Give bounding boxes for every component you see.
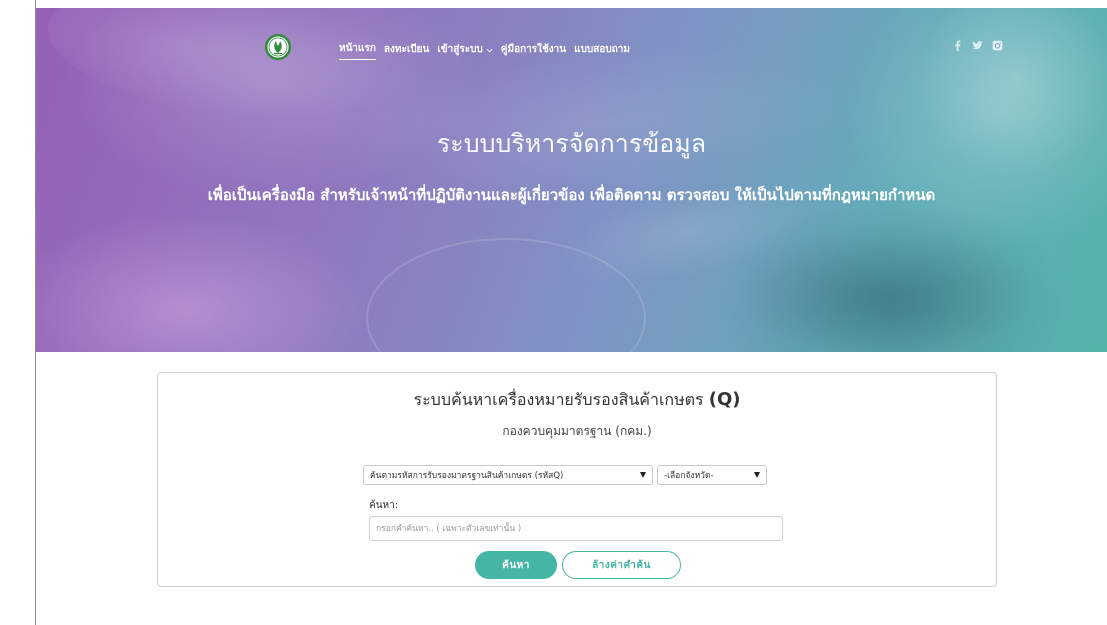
q-mark-badge: (Q) [708, 389, 741, 410]
nav-item-label: คู่มือการใช้งาน [500, 43, 567, 55]
nav-item-manual[interactable]: คู่มือการใช้งาน [501, 40, 566, 60]
department-emblem-icon[interactable] [264, 33, 292, 61]
province-selected-value: -เลือกจังหวัด- [664, 471, 714, 481]
search-button[interactable]: ค้นหา [475, 551, 557, 579]
search-card-subtitle: กองควบคุมมาตรฐาน (กคม.) [502, 424, 652, 438]
hero-banner: หน้าแรก ลงทะเบียน เข้าสู่ระบบ คู่มือการใ… [36, 8, 1107, 352]
nav-item-label: เข้าสู่ระบบ [437, 43, 483, 55]
nav-menu: หน้าแรก ลงทะเบียน เข้าสู่ระบบ คู่มือการใ… [339, 39, 630, 60]
dropdown-arrow-icon [640, 472, 646, 478]
twitter-icon[interactable] [972, 40, 983, 51]
nav-item-login[interactable]: เข้าสู่ระบบ [437, 40, 493, 60]
nav-item-label: แบบสอบถาม [574, 43, 630, 55]
dropdown-arrow-icon [754, 472, 760, 478]
search-input[interactable] [369, 516, 783, 541]
nav-item-label: ลงทะเบียน [383, 43, 430, 55]
nav-item-home[interactable]: หน้าแรก [339, 39, 376, 60]
social-links [952, 40, 1003, 51]
hero-title: ระบบบริหารจัดการข้อมูล [436, 129, 707, 158]
hero-subtitle: เพื่อเป็นเครื่องมือ สำหรับเจ้าหน้าที่ปฏิ… [207, 186, 936, 204]
facebook-icon[interactable] [952, 40, 963, 51]
clear-search-button[interactable]: ล้างค่าคำค้น [562, 551, 681, 579]
search-card: ระบบค้นหาเครื่องหมายรับรองสินค้าเกษตร (Q… [157, 372, 997, 587]
top-navigation: หน้าแรก ลงทะเบียน เข้าสู่ระบบ คู่มือการใ… [36, 8, 1107, 88]
chevron-down-icon [486, 46, 493, 53]
nav-item-survey[interactable]: แบบสอบถาม [574, 40, 630, 60]
nav-item-label: หน้าแรก [339, 43, 376, 54]
province-select[interactable]: -เลือกจังหวัด- [657, 465, 767, 485]
search-type-selected-value: ค้นตามรหัสการรับรองมาตรฐานสินค้าเกษตร (ร… [370, 471, 564, 481]
nav-item-register[interactable]: ลงทะเบียน [384, 40, 429, 60]
search-type-select[interactable]: ค้นตามรหัสการรับรองมาตรฐานสินค้าเกษตร (ร… [363, 465, 653, 485]
instagram-icon[interactable] [992, 40, 1003, 51]
search-label: ค้นหา: [369, 500, 399, 511]
search-card-title-text: ระบบค้นหาเครื่องหมายรับรองสินค้าเกษตร [413, 390, 704, 409]
search-card-title: ระบบค้นหาเครื่องหมายรับรองสินค้าเกษตร (Q… [158, 388, 996, 412]
